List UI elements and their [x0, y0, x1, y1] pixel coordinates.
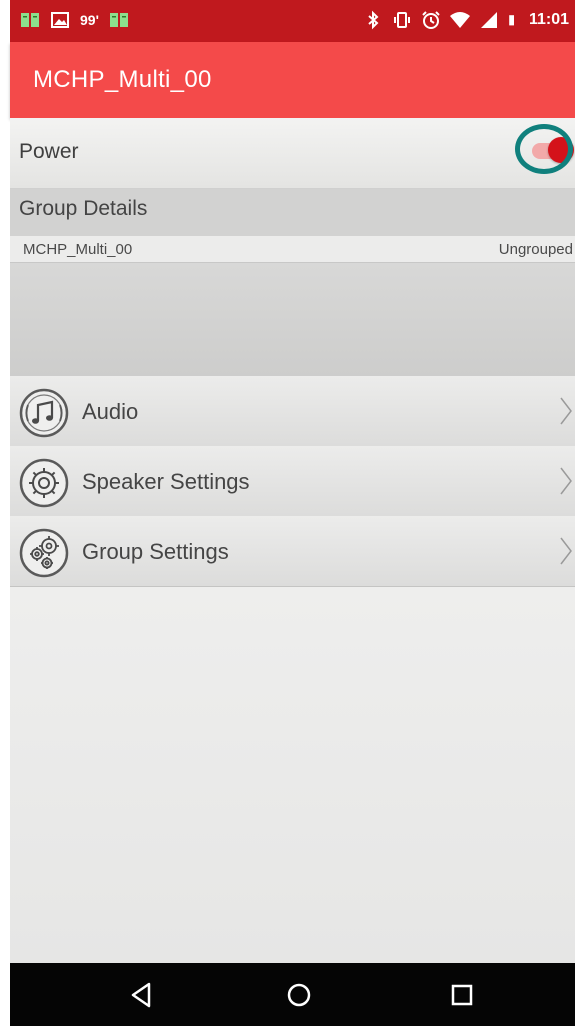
bluetooth-icon: [368, 10, 379, 30]
status-bar: 99' 11:01: [10, 0, 575, 42]
group-details-title: Group Details: [19, 197, 148, 220]
signal-icon: [480, 12, 497, 28]
recents-icon[interactable]: [447, 980, 477, 1010]
gears-icon: [19, 528, 69, 578]
wifi-icon: [449, 12, 470, 28]
chevron-right-icon: [560, 467, 572, 495]
menu-item-label: Speaker Settings: [82, 469, 250, 494]
gear-icon: [19, 458, 69, 508]
notification-count: 99': [80, 12, 99, 28]
book-icon: [109, 13, 128, 27]
chevron-right-icon: [560, 537, 572, 565]
menu-item-group-settings[interactable]: Group Settings: [10, 516, 575, 587]
book-icon: [21, 13, 39, 27]
back-icon[interactable]: [127, 980, 157, 1010]
group-details-header: Group Details: [10, 189, 575, 236]
group-name: MCHP_Multi_00: [23, 241, 133, 258]
image-icon: [51, 12, 69, 28]
app-frame: 99' 11:01 MCHP_Multi_00 Power Group Deta…: [10, 0, 575, 1026]
screen: 99' 11:01 MCHP_Multi_00 Power Group Deta…: [0, 0, 575, 1026]
app-bar: MCHP_Multi_00: [10, 42, 575, 118]
menu-item-label: Audio: [82, 399, 139, 424]
menu-item-label: Group Settings: [82, 539, 229, 564]
home-icon[interactable]: [284, 980, 314, 1010]
group-list-empty-area: [10, 263, 575, 376]
highlight-ring: [515, 124, 573, 174]
music-icon: [19, 388, 69, 438]
alarm-icon: [422, 11, 440, 29]
vibrate-icon: [393, 12, 410, 28]
power-row[interactable]: Power: [10, 118, 575, 189]
battery-icon: [509, 15, 514, 26]
app-title: MCHP_Multi_00: [33, 66, 212, 93]
power-label: Power: [19, 140, 79, 163]
status-bar-left: 99': [20, 10, 129, 30]
menu-item-audio[interactable]: Audio: [10, 376, 575, 447]
status-time: 11:01: [528, 11, 569, 28]
group-status: Ungrouped: [498, 241, 573, 258]
group-row[interactable]: MCHP_Multi_00 Ungrouped: [10, 236, 575, 263]
navigation-bar: [10, 963, 575, 1026]
status-bar-right: 11:01: [363, 10, 569, 30]
content-empty-area: [10, 587, 575, 963]
chevron-right-icon: [560, 397, 572, 425]
menu-item-speaker-settings[interactable]: Speaker Settings: [10, 446, 575, 517]
